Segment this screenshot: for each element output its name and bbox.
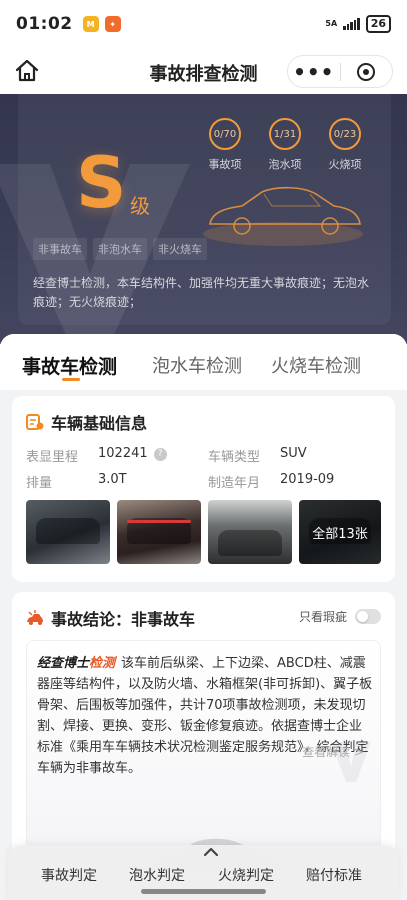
network-type: 5A [325,19,338,28]
report-sheet: 事故车检测 泡水车检测 火烧车检测 车辆基础信息 表显里程 102241? 车辆… [0,334,407,900]
nav-accident-judgement[interactable]: 事故判定 [41,865,97,885]
vehicle-photo-3[interactable] [208,500,292,564]
chaboshi-logo: 经查博士检测 [37,656,116,671]
nav-fire-judgement[interactable]: 火烧判定 [218,865,274,885]
grade-letter: S [76,142,127,224]
stat-accident-label: 事故项 [208,158,242,171]
tab-indicator [62,378,80,381]
stat-flood-label: 泡水项 [268,158,302,171]
conclusion-header: 事故结论：非事故车 [26,606,195,630]
status-bar: 01:02 M ✦ 5A 26 [0,0,407,48]
stat-accident: 0/70 事故项 [202,118,248,172]
more-menu-button[interactable]: ••• [288,62,340,82]
status-time: 01:02 [16,14,73,34]
conclusion-title: 事故结论：非事故车 [51,610,196,629]
grade-tags: 非事故车 非泡水车 非火烧车 [33,238,207,260]
tab-fire[interactable]: 火烧车检测 [271,352,361,378]
stat-flood: 1/31 泡水项 [262,118,308,172]
toggle-switch[interactable] [355,609,381,624]
all-photos-label: 全部13张 [299,500,381,564]
manufacture-date-label: 制造年月 [208,476,261,491]
signal-icon [343,18,360,30]
grade-hero: S 级 0/70 事故项 1/31 泡水项 0/23 火烧项 非事故车 非泡水车… [0,94,407,344]
view-interpretation-link[interactable]: 查看解读 > [302,743,364,760]
notification-app-icon-2: ✦ [104,16,121,32]
battery-icon: 26 [365,15,391,33]
mileage-label: 表显里程 [26,450,79,465]
car-document-icon [26,414,44,430]
vehicle-photo-1[interactable] [26,500,110,564]
nav-flood-judgement[interactable]: 泡水判定 [129,865,185,885]
vehicle-info-card: 车辆基础信息 表显里程 102241? 车辆类型 SUV 排量 3.0T 制造年… [12,396,395,582]
chevron-up-icon[interactable] [197,845,225,859]
inspection-tabs: 事故车检测 泡水车检测 火烧车检测 [0,334,407,390]
stat-accident-value: 0/70 [209,118,241,150]
mileage-value-wrap: 102241? [98,446,167,461]
vehicle-info-header: 车辆基础信息 [26,410,147,434]
tab-flood[interactable]: 泡水车检测 [152,352,242,378]
conclusion-text: 经查博士检测 该车前后纵梁、上下边梁、ABCD柱、减震器座等结构件，以及防火墙、水… [37,653,373,779]
close-target-icon [357,62,376,81]
vehicle-type-label: 车辆类型 [208,450,261,465]
defects-only-label: 只看瑕疵 [298,610,347,624]
defects-only-toggle[interactable]: 只看瑕疵 [299,608,381,625]
tag-no-fire: 非火烧车 [153,238,207,260]
vehicle-photo-2[interactable] [117,500,201,564]
manufacture-date-value: 2019-09 [280,472,335,487]
home-icon[interactable] [14,58,40,84]
stat-fire-value: 0/23 [329,118,361,150]
tab-accident[interactable]: 事故车检测 [22,352,117,379]
nav-compensation-standard[interactable]: 赔付标准 [306,865,362,885]
tag-no-accident: 非事故车 [33,238,87,260]
stat-flood-value: 1/31 [269,118,301,150]
notification-app-icon: M [82,16,99,32]
grade-suffix: 级 [130,194,150,218]
tag-no-flood: 非泡水车 [93,238,147,260]
grade-description: 经查博士检测，本车结构件、加强件均无重大事故痕迹；无泡水痕迹；无火烧痕迹； [33,276,370,309]
displacement-label: 排量 [26,476,53,491]
stat-fire-label: 火烧项 [328,158,362,171]
car-outline-icon [203,186,363,246]
mileage-value: 102241 [98,446,148,461]
stat-fire: 0/23 火烧项 [322,118,368,172]
nav-bar: 事故排查检测 ••• [0,48,407,94]
car-crash-icon [27,610,43,625]
vehicle-info-title: 车辆基础信息 [51,414,148,433]
displacement-value: 3.0T [98,472,127,487]
mini-program-capsule: ••• [287,55,393,88]
close-button[interactable] [340,62,392,81]
vehicle-type-value: SUV [280,446,307,461]
all-photos-button[interactable]: 全部13张 [299,500,381,564]
status-indicators: 5A 26 [325,15,391,33]
home-indicator[interactable] [141,889,266,894]
help-icon[interactable]: ? [153,448,167,461]
